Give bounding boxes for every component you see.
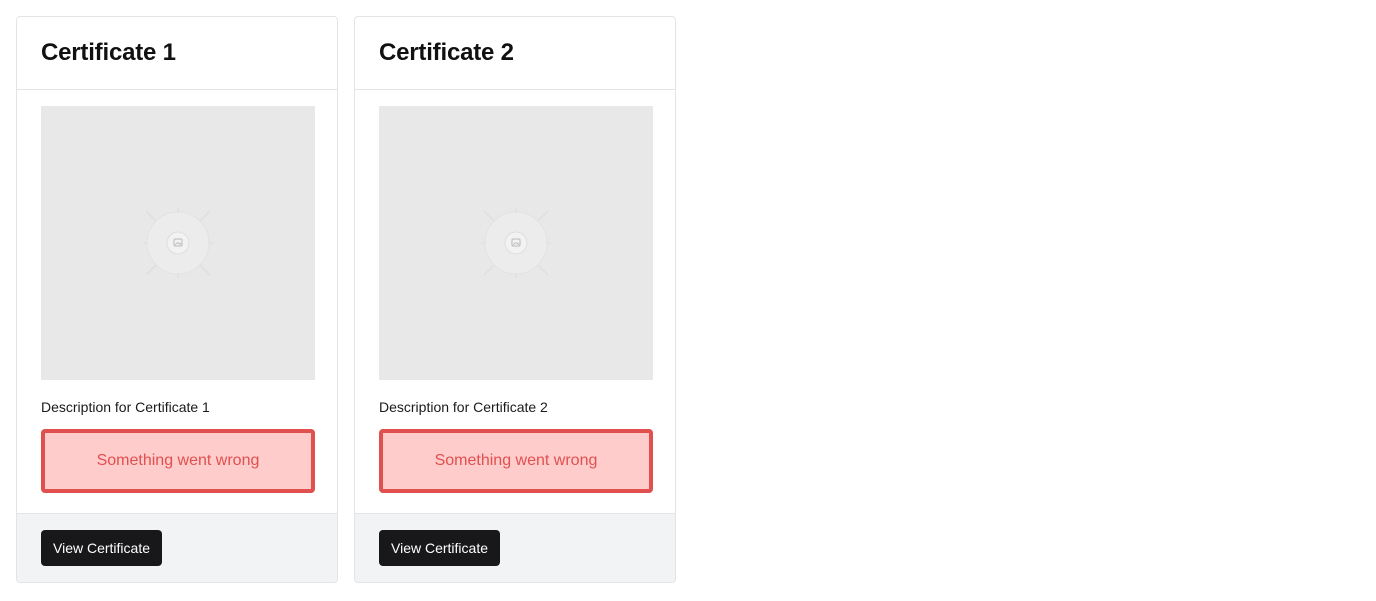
- card-title: Certificate 1: [41, 38, 176, 66]
- certificate-card: Certificate 2 Description for Certificat…: [354, 16, 676, 583]
- error-message: Something went wrong: [41, 428, 315, 493]
- certificate-card: Certificate 1 Description for Certificat…: [16, 16, 338, 583]
- card-description: Description for Certificate 2: [379, 398, 548, 415]
- error-message: Something went wrong: [379, 428, 653, 493]
- certificate-image-placeholder: [379, 105, 653, 380]
- card-body: Description for Certificate 2 Something …: [355, 90, 675, 513]
- card-header: Certificate 1: [17, 17, 337, 90]
- image-placeholder-icon: [143, 207, 213, 278]
- certificate-image-placeholder: [41, 105, 315, 380]
- card-header: Certificate 2: [355, 17, 675, 90]
- card-description: Description for Certificate 1: [41, 398, 210, 415]
- certificate-grid: Certificate 1 Description for Certificat…: [16, 16, 676, 583]
- card-body: Description for Certificate 1 Something …: [17, 90, 337, 513]
- view-certificate-button[interactable]: View Certificate: [379, 530, 501, 566]
- card-title: Certificate 2: [379, 38, 514, 66]
- image-placeholder-icon: [481, 207, 551, 278]
- view-certificate-button[interactable]: View Certificate: [41, 530, 163, 566]
- card-footer: View Certificate: [17, 513, 337, 582]
- card-footer: View Certificate: [355, 513, 675, 582]
